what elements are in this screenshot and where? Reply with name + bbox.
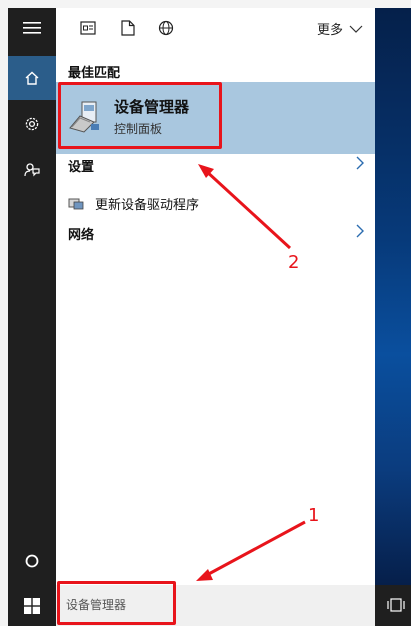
- arrowhead-1: [196, 569, 213, 581]
- annotation-label-1: 1: [308, 505, 320, 526]
- annotation-label-2: 2: [288, 252, 300, 273]
- annotation-arrows: [196, 164, 306, 581]
